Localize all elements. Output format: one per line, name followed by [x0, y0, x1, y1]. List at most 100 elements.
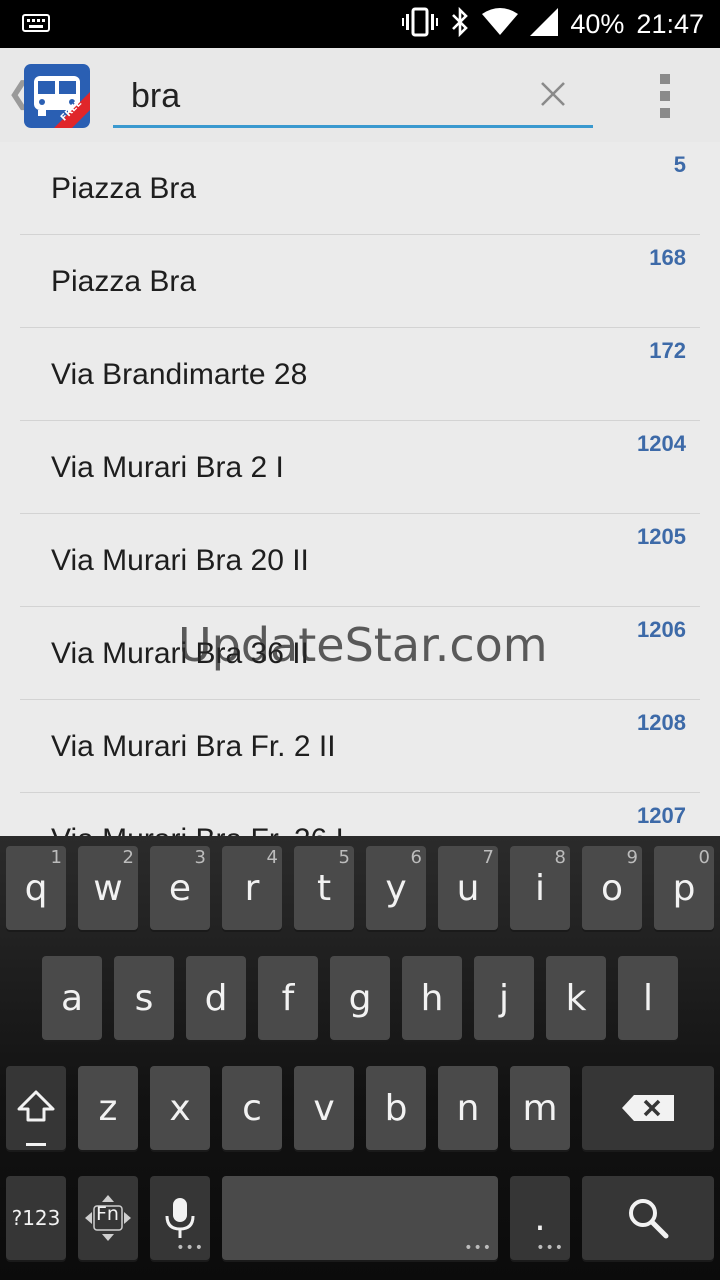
keyboard-notification-icon [22, 12, 50, 38]
stop-code: 5 [673, 152, 686, 177]
bus-app-icon[interactable]: FREE [24, 64, 90, 128]
soft-keyboard: q1 w2 e3 r4 t5 y6 u7 i8 o9 p0 a s d f g … [0, 836, 720, 1280]
key-label: s [134, 977, 154, 1019]
space-key[interactable]: ••• [222, 1176, 498, 1260]
stop-name: Piazza Bra [51, 172, 197, 205]
clock: 21:47 [636, 8, 704, 39]
key-label: h [420, 977, 444, 1019]
vibrate-icon [402, 7, 439, 41]
key-w[interactable]: w2 [78, 846, 138, 930]
key-label: t [316, 867, 332, 909]
overflow-menu-button[interactable] [658, 74, 672, 118]
result-row[interactable]: Via Murari Bra Fr. 2 II 1208 [20, 700, 700, 793]
stop-code: 172 [649, 338, 686, 363]
key-label: a [60, 977, 84, 1019]
key-t[interactable]: t5 [294, 846, 354, 930]
backspace-icon [622, 1095, 674, 1121]
key-k[interactable]: k [546, 956, 606, 1040]
result-row[interactable]: Piazza Bra 168 [20, 235, 700, 328]
shift-key[interactable] [6, 1066, 66, 1150]
stop-code: 1208 [637, 710, 686, 735]
key-b[interactable]: b [366, 1066, 426, 1150]
overflow-dot [660, 91, 670, 101]
wifi-icon [482, 8, 519, 40]
key-label: d [204, 977, 228, 1019]
stop-code: 1205 [637, 524, 686, 549]
key-label: y [385, 867, 407, 909]
key-u[interactable]: u7 [438, 846, 498, 930]
stop-name: Via Murari Bra 2 I [51, 451, 284, 484]
key-hint: 3 [194, 847, 206, 868]
search-action-bar: ❮ FREE [0, 48, 720, 150]
result-row[interactable]: Via Brandimarte 28 172 [20, 328, 700, 421]
key-label: r [244, 867, 260, 909]
stop-name: Via Murari Bra 20 II [51, 544, 309, 577]
key-v[interactable]: v [294, 1066, 354, 1150]
key-q[interactable]: q1 [6, 846, 66, 930]
overflow-dot [660, 74, 670, 84]
close-icon [541, 82, 565, 106]
key-label: b [384, 1087, 408, 1129]
key-label: k [565, 977, 587, 1019]
key-x[interactable]: x [150, 1066, 210, 1150]
key-f[interactable]: f [258, 956, 318, 1040]
shift-indicator [26, 1143, 46, 1146]
period-key[interactable]: . ••• [510, 1176, 570, 1260]
result-row[interactable]: Via Murari Bra 20 II 1205 [20, 514, 700, 607]
more-dots: ••• [176, 1240, 204, 1256]
result-row[interactable]: Piazza Bra 5 [20, 142, 700, 235]
key-label: v [313, 1087, 335, 1129]
key-j[interactable]: j [474, 956, 534, 1040]
stop-name: Via Brandimarte 28 [51, 358, 308, 391]
search-input[interactable] [131, 74, 511, 118]
result-row[interactable]: Via Murari Bra 2 I 1204 [20, 421, 700, 514]
key-label: i [534, 867, 545, 909]
key-h[interactable]: h [402, 956, 462, 1040]
fn-label: Fn [96, 1203, 119, 1225]
stop-code: 1206 [637, 617, 686, 642]
key-hint: 2 [122, 847, 134, 868]
key-hint: 1 [50, 847, 62, 868]
bluetooth-icon [450, 6, 470, 41]
key-y[interactable]: y6 [366, 846, 426, 930]
more-dots: ••• [464, 1240, 492, 1256]
key-label: z [98, 1087, 118, 1129]
key-n[interactable]: n [438, 1066, 498, 1150]
voice-input-key[interactable]: ••• [150, 1176, 210, 1260]
key-e[interactable]: e3 [150, 846, 210, 930]
more-dots: ••• [536, 1240, 564, 1256]
key-p[interactable]: p0 [654, 846, 714, 930]
key-hint: 4 [266, 847, 278, 868]
overflow-dot [660, 108, 670, 118]
key-o[interactable]: o9 [582, 846, 642, 930]
key-label: p [672, 867, 696, 909]
search-field[interactable] [113, 70, 593, 128]
key-l[interactable]: l [618, 956, 678, 1040]
key-a[interactable]: a [42, 956, 102, 1040]
key-d[interactable]: d [186, 956, 246, 1040]
key-hint: 0 [698, 847, 710, 868]
key-label: e [168, 867, 192, 909]
backspace-key[interactable] [582, 1066, 714, 1150]
key-z[interactable]: z [78, 1066, 138, 1150]
key-label: ?123 [11, 1206, 61, 1230]
search-key[interactable] [582, 1176, 714, 1260]
key-label: o [600, 867, 624, 909]
key-r[interactable]: r4 [222, 846, 282, 930]
key-s[interactable]: s [114, 956, 174, 1040]
symbols-key[interactable]: ?123 [6, 1176, 66, 1260]
fn-cursor-key[interactable]: Fn [78, 1176, 138, 1260]
key-hint: 5 [338, 847, 350, 868]
key-g[interactable]: g [330, 956, 390, 1040]
key-hint: 8 [554, 847, 566, 868]
status-bar: 40% 21:47 [0, 0, 720, 48]
key-m[interactable]: m [510, 1066, 570, 1150]
clear-search-button[interactable] [539, 80, 567, 108]
key-label: f [281, 977, 295, 1019]
key-c[interactable]: c [222, 1066, 282, 1150]
result-row[interactable]: Via Murari Bra 36 II 1206 [20, 607, 700, 700]
stop-results-list[interactable]: Piazza Bra 5 Piazza Bra 168 Via Brandima… [0, 142, 720, 836]
key-label: l [642, 977, 653, 1019]
key-i[interactable]: i8 [510, 846, 570, 930]
result-row[interactable]: Via Murari Bra Fr. 26 I 1207 [20, 793, 700, 836]
